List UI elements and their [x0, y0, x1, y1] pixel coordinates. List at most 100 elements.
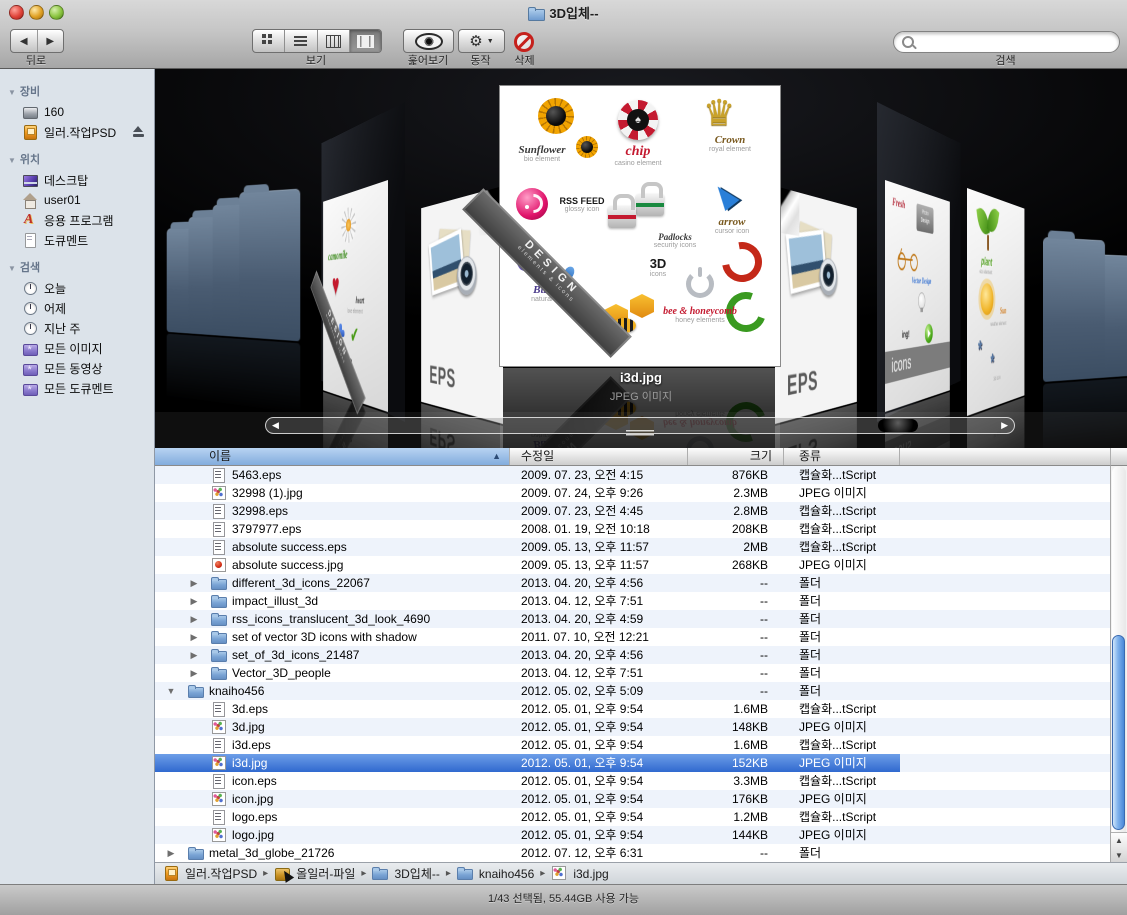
pane-resize-grip[interactable]	[626, 430, 654, 438]
table-row[interactable]: icon.jpg2012. 05. 01, 오후 9:54176KBJPEG 이…	[155, 790, 1110, 808]
table-row[interactable]: logo.eps2012. 05. 01, 오후 9:541.2MB캡슐화...…	[155, 808, 1110, 826]
table-row[interactable]: i3d.jpg2012. 05. 01, 오후 9:54152KBJPEG 이미…	[155, 754, 1110, 772]
table-row[interactable]: logo.jpg2012. 05. 01, 오후 9:54144KBJPEG 이…	[155, 826, 1110, 844]
coverflow-scroll-thumb[interactable]	[878, 419, 918, 432]
chevron-down-icon[interactable]: ▼	[8, 264, 16, 273]
eject-icon[interactable]	[131, 124, 146, 139]
size-cell: 152KB	[688, 754, 784, 772]
size-cell: 2.3MB	[688, 484, 784, 502]
date-modified-cell: 2012. 05. 01, 오후 9:54	[510, 754, 688, 772]
table-row[interactable]: 3797977.eps2008. 01. 19, 오전 10:18208KB캡슐…	[155, 520, 1110, 538]
filler-cell	[900, 700, 1110, 718]
delete-button[interactable]	[513, 31, 535, 53]
sidebar-item-160[interactable]: 160	[0, 102, 154, 122]
sidebar-item-도큐멘트[interactable]: 도큐멘트	[0, 230, 154, 250]
table-row[interactable]: ▶set of vector 3D icons with shadow2011.…	[155, 628, 1110, 646]
sidebar-item-일러.작업PSD[interactable]: 일러.작업PSD	[0, 122, 154, 142]
sidebar-item-지난 주[interactable]: 지난 주	[0, 318, 154, 338]
scroll-left-icon[interactable]: ◀	[272, 419, 279, 432]
disclosure-triangle[interactable]: ▶	[187, 592, 201, 610]
view-coverflow-button[interactable]	[350, 30, 381, 52]
sidebar-item-user01[interactable]: user01	[0, 190, 154, 210]
minimize-button[interactable]	[29, 5, 44, 20]
table-row[interactable]: absolute success.jpg2009. 05. 13, 오후 11:…	[155, 556, 1110, 574]
coverflow-center-cover[interactable]: ♛ Sunflowerbio element chipcasino elemen…	[500, 86, 780, 366]
folder-stack-left[interactable]	[167, 180, 310, 342]
table-row[interactable]: icon.eps2012. 05. 01, 오후 9:543.3MB캡슐화...…	[155, 772, 1110, 790]
disclosure-triangle[interactable]: ▶	[187, 664, 201, 682]
file-name-cell: ▶set_of_3d_icons_21487	[155, 646, 510, 664]
view-columns-button[interactable]	[318, 30, 350, 52]
column-header-이름[interactable]: 이름▲	[155, 448, 510, 465]
sidebar-item-어제[interactable]: 어제	[0, 298, 154, 318]
scroll-right-icon[interactable]: ▶	[1001, 419, 1008, 432]
back-button[interactable]: ◀	[11, 30, 38, 52]
quicklook-button[interactable]	[403, 29, 454, 53]
table-row[interactable]: ▶rss_icons_translucent_3d_look_46902013.…	[155, 610, 1110, 628]
sidebar-item-응용 프로그램[interactable]: 응용 프로그램	[0, 210, 154, 230]
table-row[interactable]: ▼knaiho4562012. 05. 02, 오후 5:09--폴더	[155, 682, 1110, 700]
table-row[interactable]: 5463.eps2009. 07. 23, 오전 4:15876KB캡슐화...…	[155, 466, 1110, 484]
kind-cell: 폴더	[784, 628, 900, 646]
vertical-scrollbar[interactable]: ▲ ▼	[1110, 466, 1127, 862]
table-row[interactable]: 3d.eps2012. 05. 01, 오후 9:541.6MB캡슐화...tS…	[155, 700, 1110, 718]
table-row[interactable]: ▶set_of_3d_icons_214872013. 04. 20, 오후 4…	[155, 646, 1110, 664]
disclosure-triangle[interactable]: ▶	[187, 610, 201, 628]
scrollbar-thumb[interactable]	[1112, 635, 1125, 830]
table-row[interactable]: ▶Vector_3D_people2013. 04. 12, 오후 7:51--…	[155, 664, 1110, 682]
jpg-file-icon	[211, 719, 227, 735]
column-header-label: 이름	[209, 449, 231, 463]
column-header-종류[interactable]: 종류	[784, 448, 900, 465]
disclosure-triangle[interactable]: ▶	[164, 844, 178, 862]
table-row[interactable]: ▶impact_illust_3d2013. 04. 12, 오후 7:51--…	[155, 592, 1110, 610]
path-item-i3d.jpg[interactable]: i3d.jpg	[551, 865, 608, 882]
chevron-down-icon[interactable]: ▼	[8, 88, 16, 97]
disclosure-triangle[interactable]: ▼	[164, 682, 178, 700]
alias-icon	[274, 865, 291, 882]
date-modified-cell: 2009. 05. 13, 오후 11:57	[510, 556, 688, 574]
sidebar-item-모든 도큐멘트[interactable]: 모든 도큐멘트	[0, 378, 154, 398]
table-row[interactable]: i3d.eps2012. 05. 01, 오후 9:541.6MB캡슐화...t…	[155, 736, 1110, 754]
path-item-3D입체--[interactable]: 3D입체--	[372, 865, 439, 882]
forward-button[interactable]: ▶	[38, 30, 64, 52]
sidebar-item-label: 데스크탑	[44, 172, 88, 189]
table-row[interactable]: absolute success.eps2009. 05. 13, 오후 11:…	[155, 538, 1110, 556]
sidebar-item-모든 이미지[interactable]: 모든 이미지	[0, 338, 154, 358]
disclosure-triangle[interactable]: ▶	[187, 574, 201, 592]
table-row[interactable]: ▶different_3d_icons_220672013. 04. 20, 오…	[155, 574, 1110, 592]
path-item-knaiho456[interactable]: knaiho456	[457, 865, 534, 882]
view-icon-button[interactable]	[253, 30, 285, 52]
table-row[interactable]: 32998 (1).jpg2009. 07. 24, 오후 9:262.3MBJ…	[155, 484, 1110, 502]
path-item-일러.작업PSD[interactable]: 일러.작업PSD	[163, 865, 257, 882]
size-cell: 1.6MB	[688, 700, 784, 718]
table-row[interactable]: 32998.eps2009. 07. 23, 오전 4:452.8MB캡슐화..…	[155, 502, 1110, 520]
size-cell: 1.2MB	[688, 808, 784, 826]
disclosure-triangle[interactable]: ▶	[187, 646, 201, 664]
size-cell: 144KB	[688, 826, 784, 844]
table-row[interactable]: 3d.jpg2012. 05. 01, 오후 9:54148KBJPEG 이미지	[155, 718, 1110, 736]
kind-cell: 캡슐화...tScript	[784, 502, 900, 520]
column-header-수정일[interactable]: 수정일	[510, 448, 688, 465]
action-button[interactable]: ⚙▼	[458, 29, 505, 53]
sidebar-item-데스크탑[interactable]: 데스크탑	[0, 170, 154, 190]
file-name: absolute success.eps	[232, 538, 347, 556]
view-list-button[interactable]	[285, 30, 317, 52]
sidebar-item-label: user01	[44, 193, 81, 207]
table-row[interactable]: ▶metal_3d_globe_217262012. 07. 12, 오후 6:…	[155, 844, 1110, 862]
search-input[interactable]	[920, 33, 1114, 51]
sidebar-item-오늘[interactable]: 오늘	[0, 278, 154, 298]
file-name: set of vector 3D icons with shadow	[232, 628, 417, 646]
plant-label: plant	[981, 254, 992, 269]
path-item-올일러-파일[interactable]: 올일러-파일	[274, 865, 355, 882]
column-header-크기[interactable]: 크기	[688, 448, 784, 465]
zoom-button[interactable]	[49, 5, 64, 20]
gear-icon: ⚙	[469, 34, 482, 49]
scroll-down-icon[interactable]: ▼	[1111, 848, 1127, 863]
chevron-down-icon[interactable]: ▼	[8, 156, 16, 165]
disclosure-triangle[interactable]: ▶	[187, 628, 201, 646]
file-name-cell: ▶ set of vector 3D icons with shadow	[155, 628, 510, 646]
scroll-up-icon[interactable]: ▲	[1111, 833, 1127, 848]
close-button[interactable]	[9, 5, 24, 20]
sidebar-item-모든 동영상[interactable]: 모든 동영상	[0, 358, 154, 378]
folder-stack-right[interactable]	[1043, 220, 1127, 382]
